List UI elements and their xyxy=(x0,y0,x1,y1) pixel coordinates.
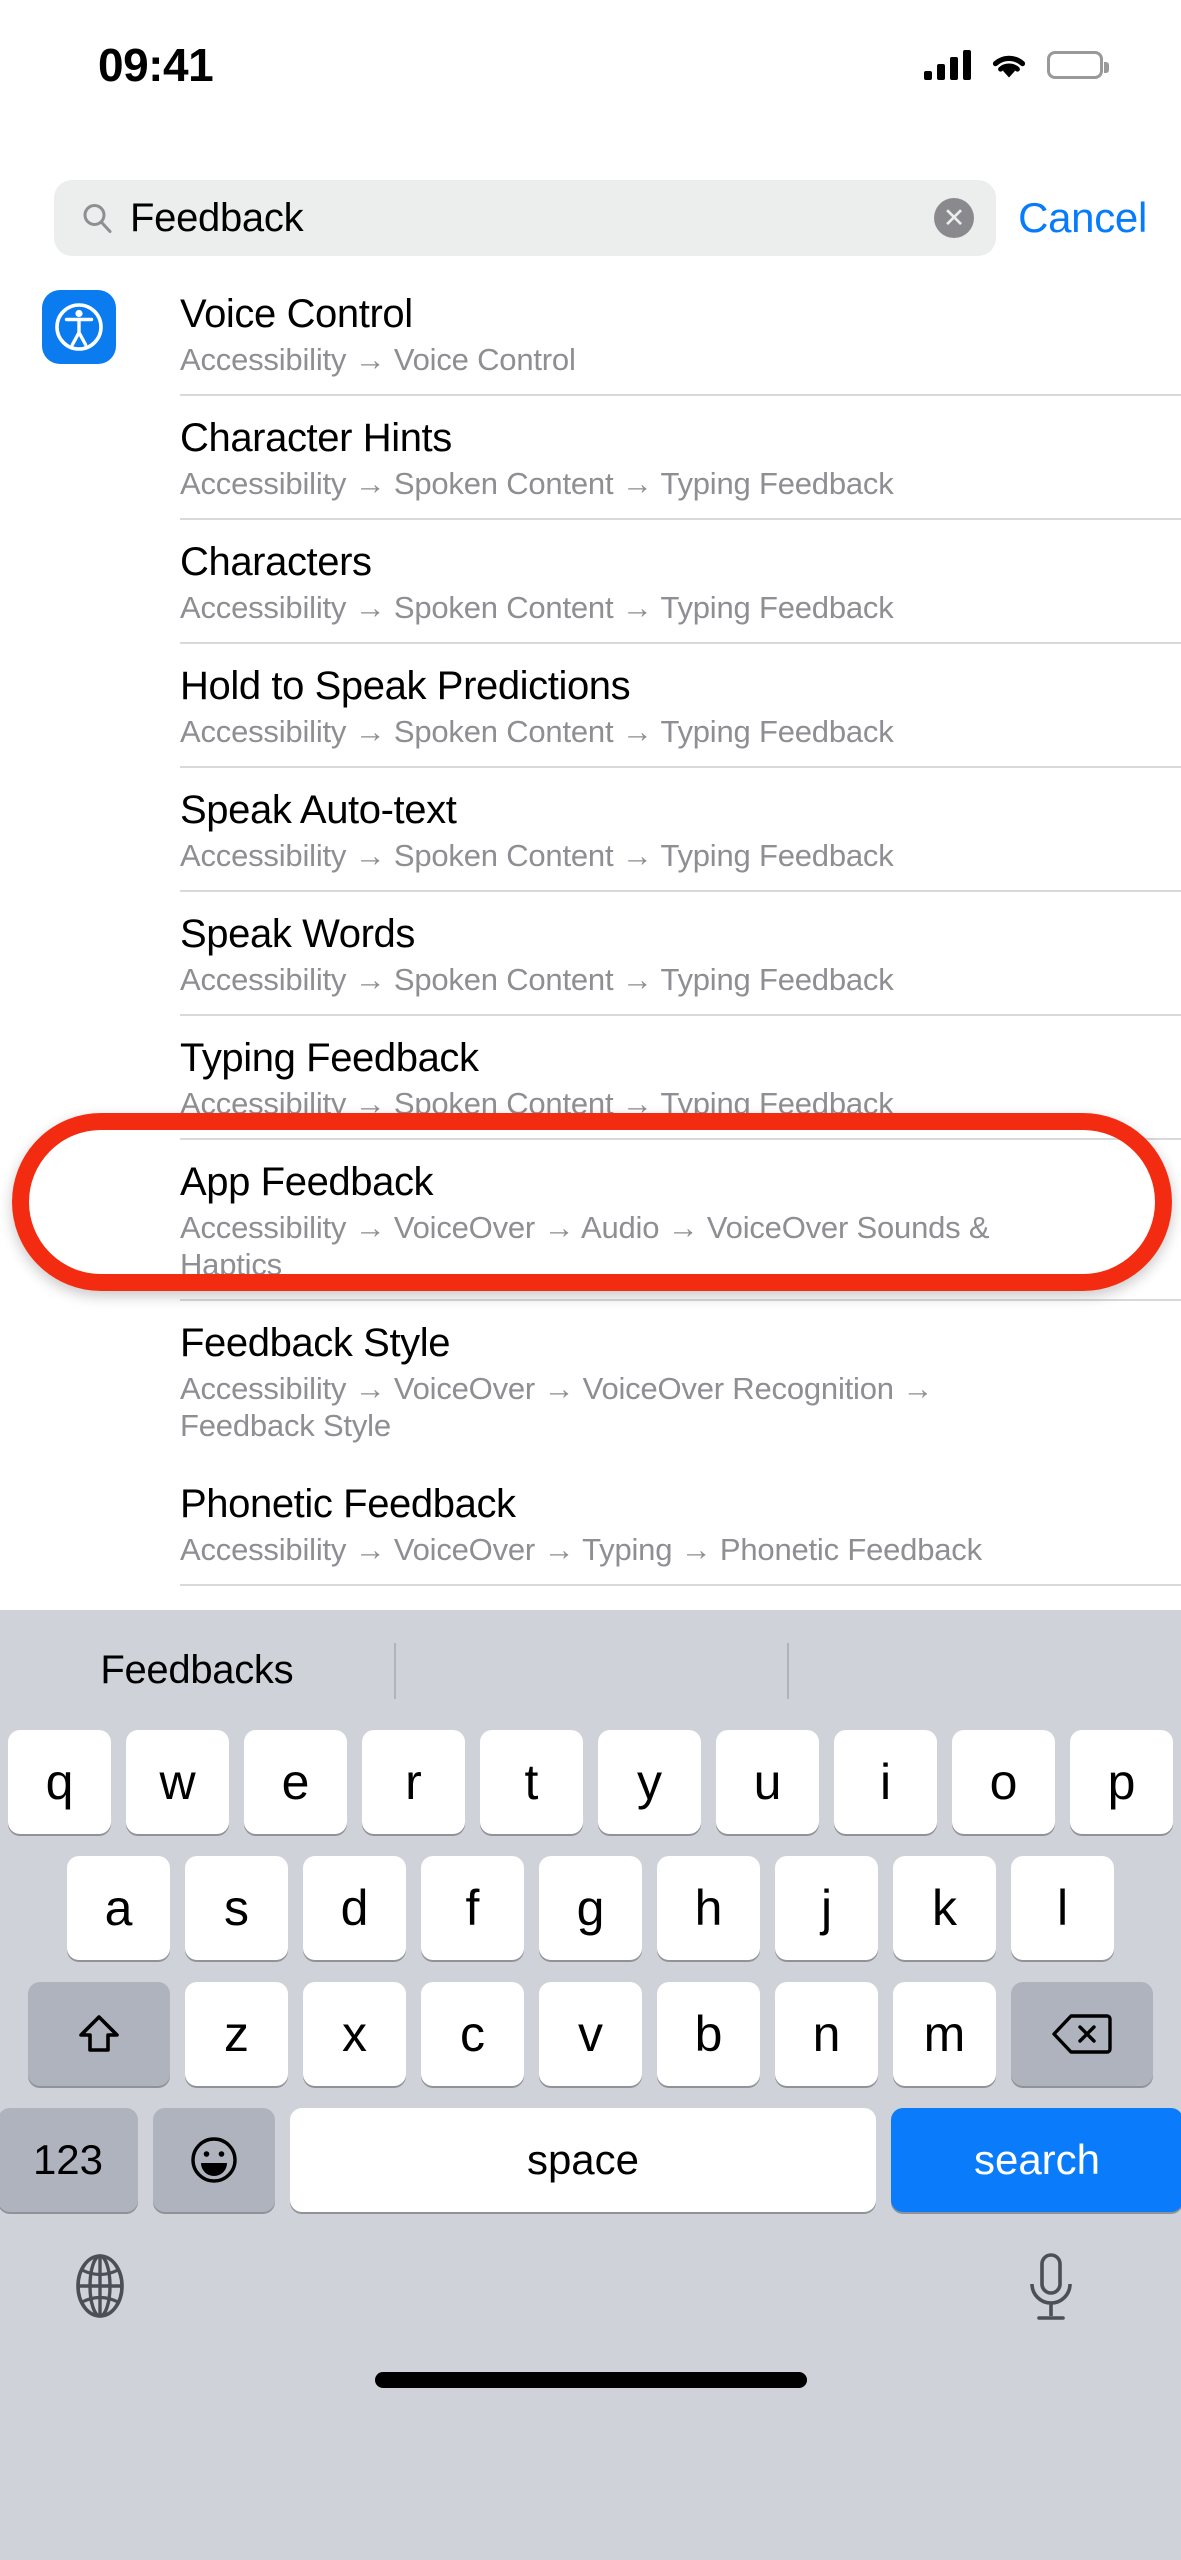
globe-icon[interactable] xyxy=(64,2250,136,2322)
result-title: Character Hints xyxy=(180,415,452,460)
result-breadcrumb: Accessibility → VoiceOver → Audio → Voic… xyxy=(180,1209,990,1282)
on-screen-keyboard: Feedbacks q w e r t y u i o p a s d f g … xyxy=(0,1610,1181,2560)
key-z[interactable]: z xyxy=(185,1982,288,2086)
key-q[interactable]: q xyxy=(8,1730,111,1834)
cellular-signal-icon xyxy=(924,50,971,80)
result-title: Speak Auto-text xyxy=(180,787,457,832)
result-title: Speak Words xyxy=(180,911,415,956)
key-e[interactable]: e xyxy=(244,1730,347,1834)
table-row[interactable]: Hold to Speak Predictions Accessibility … xyxy=(0,643,1181,768)
result-title: Typing Feedback xyxy=(180,1035,479,1080)
clear-text-icon[interactable]: ✕ xyxy=(934,198,975,238)
key-b[interactable]: b xyxy=(657,1982,760,2086)
numbers-key[interactable]: 123 xyxy=(0,2108,138,2212)
result-breadcrumb: Accessibility → Spoken Content → Typing … xyxy=(180,713,894,749)
result-breadcrumb: Accessibility → Spoken Content → Typing … xyxy=(180,1085,894,1121)
keyboard-row-3: z x c v b n m xyxy=(0,1982,1181,2086)
table-row-feedback-style[interactable]: Feedback Style Accessibility → VoiceOver… xyxy=(0,1301,1181,1463)
table-row[interactable]: Predictive Text Feedback Accessibility →… xyxy=(0,1586,1181,1612)
table-row[interactable]: Typing Feedback Accessibility → Spoken C… xyxy=(0,1015,1181,1140)
search-bar: Feedback ✕ Cancel xyxy=(0,172,1181,264)
key-x[interactable]: x xyxy=(303,1982,406,2086)
keyboard-row-1: q w e r t y u i o p xyxy=(0,1730,1181,1834)
key-y[interactable]: y xyxy=(598,1730,701,1834)
key-t[interactable]: t xyxy=(480,1730,583,1834)
space-key[interactable]: space xyxy=(290,2108,876,2212)
key-p[interactable]: p xyxy=(1070,1730,1173,1834)
search-results-list[interactable]: Voice Control Accessibility → Voice Cont… xyxy=(0,272,1181,1612)
key-m[interactable]: m xyxy=(893,1982,996,2086)
key-w[interactable]: w xyxy=(126,1730,229,1834)
search-input[interactable]: Feedback ✕ xyxy=(54,180,997,256)
table-row[interactable]: Speak Auto-text Accessibility → Spoken C… xyxy=(0,767,1181,892)
result-breadcrumb: Accessibility → VoiceOver → VoiceOver Re… xyxy=(180,1370,934,1444)
prediction-slot-3[interactable] xyxy=(787,1635,1181,1705)
result-breadcrumb: Accessibility → Voice Control xyxy=(180,341,576,377)
key-d[interactable]: d xyxy=(303,1856,406,1960)
result-title: App Feedback xyxy=(180,1159,434,1204)
table-row[interactable]: Phonetic Feedback Accessibility → VoiceO… xyxy=(0,1462,1181,1587)
key-c[interactable]: c xyxy=(421,1982,524,2086)
accessibility-icon xyxy=(42,290,116,364)
key-r[interactable]: r xyxy=(362,1730,465,1834)
result-title: Voice Control xyxy=(180,292,413,336)
result-breadcrumb: Accessibility → VoiceOver → Typing → Pho… xyxy=(180,1532,982,1568)
result-breadcrumb: Accessibility → Spoken Content → Typing … xyxy=(180,961,894,997)
search-input-value: Feedback xyxy=(130,196,304,240)
microphone-icon[interactable] xyxy=(1019,2250,1083,2326)
key-n[interactable]: n xyxy=(775,1982,878,2086)
search-icon xyxy=(80,201,114,235)
result-title: Hold to Speak Predictions xyxy=(180,663,631,708)
key-i[interactable]: i xyxy=(834,1730,937,1834)
predictive-text-bar: Feedbacks xyxy=(0,1610,1181,1730)
battery-full-icon xyxy=(1047,51,1109,79)
iphone-screen: 09:41 Feedback ✕ Cancel Voice Control Ac… xyxy=(0,0,1181,2560)
key-j[interactable]: j xyxy=(775,1856,878,1960)
key-u[interactable]: u xyxy=(716,1730,819,1834)
wifi-icon xyxy=(989,50,1029,80)
key-f[interactable]: f xyxy=(421,1856,524,1960)
status-bar: 09:41 xyxy=(0,0,1181,120)
keyboard-bottom-bar xyxy=(0,2228,1181,2418)
result-title: Feedback Style xyxy=(180,1321,451,1366)
result-breadcrumb: Accessibility → Spoken Content → Typing … xyxy=(180,837,894,873)
keyboard-row-4: 123 space search xyxy=(0,2108,1181,2212)
table-row[interactable]: App Feedback Accessibility → VoiceOver →… xyxy=(0,1139,1181,1302)
result-breadcrumb: Accessibility → Spoken Content → Typing … xyxy=(180,589,894,625)
keyboard-row-2: a s d f g h j k l xyxy=(0,1856,1181,1960)
search-return-key[interactable]: search xyxy=(891,2108,1181,2212)
result-breadcrumb: Accessibility → Spoken Content → Typing … xyxy=(180,465,894,501)
prediction-slot-1[interactable]: Feedbacks xyxy=(0,1635,394,1705)
table-row[interactable]: Character Hints Accessibility → Spoken C… xyxy=(0,395,1181,520)
key-g[interactable]: g xyxy=(539,1856,642,1960)
status-indicators xyxy=(924,40,1109,80)
table-row[interactable]: Speak Words Accessibility → Spoken Conte… xyxy=(0,891,1181,1016)
result-title: Phonetic Feedback xyxy=(180,1482,516,1527)
key-l[interactable]: l xyxy=(1011,1856,1114,1960)
result-title: Characters xyxy=(180,539,372,584)
cancel-button[interactable]: Cancel xyxy=(1018,194,1153,242)
shift-icon[interactable] xyxy=(28,1982,170,2086)
backspace-icon[interactable] xyxy=(1011,1982,1153,2086)
prediction-slot-2[interactable] xyxy=(393,1635,788,1705)
emoji-icon[interactable] xyxy=(153,2108,275,2212)
status-time: 09:41 xyxy=(98,39,214,91)
table-row[interactable]: Voice Control Accessibility → Voice Cont… xyxy=(0,272,1181,396)
key-a[interactable]: a xyxy=(67,1856,170,1960)
key-s[interactable]: s xyxy=(185,1856,288,1960)
key-v[interactable]: v xyxy=(539,1982,642,2086)
key-h[interactable]: h xyxy=(657,1856,760,1960)
key-o[interactable]: o xyxy=(952,1730,1055,1834)
key-k[interactable]: k xyxy=(893,1856,996,1960)
home-indicator xyxy=(374,2372,807,2388)
table-row[interactable]: Characters Accessibility → Spoken Conten… xyxy=(0,519,1181,644)
